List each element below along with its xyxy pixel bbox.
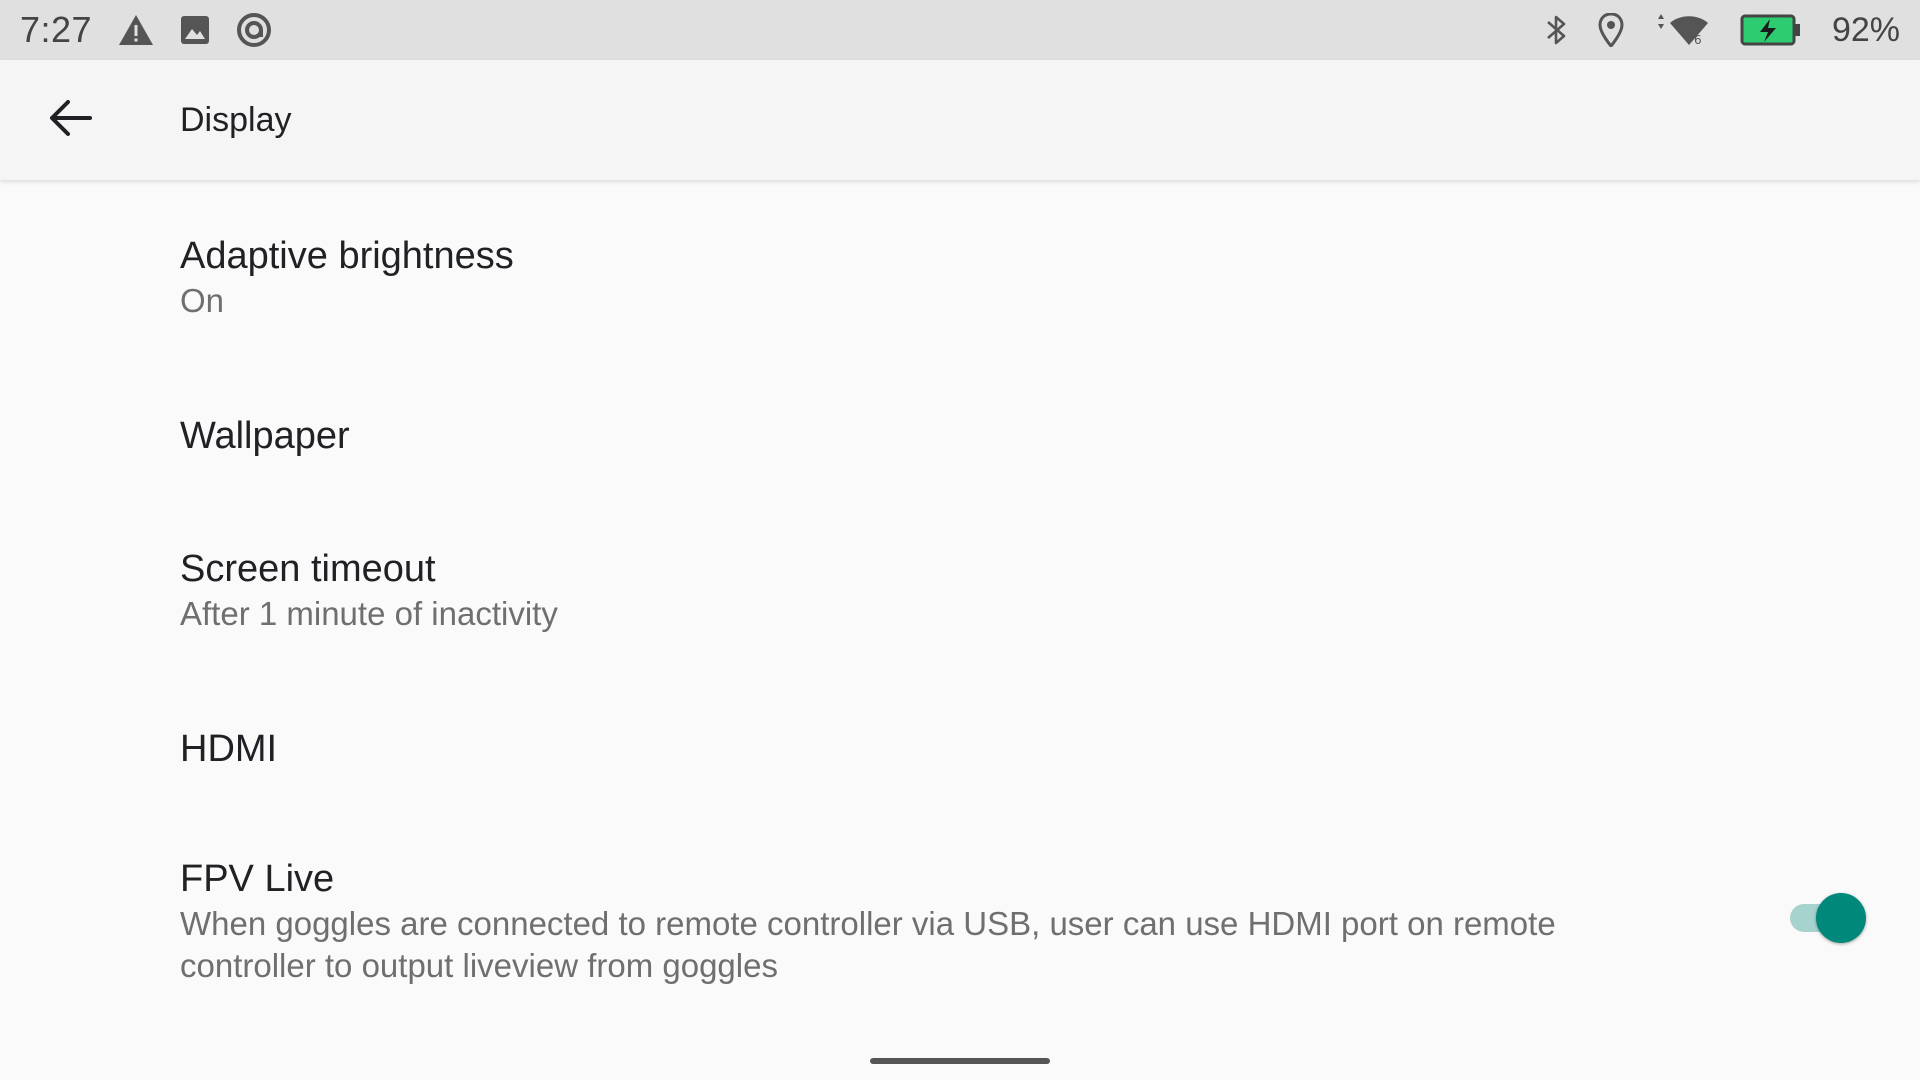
status-left: 7:27: [20, 9, 272, 51]
fpv-live-toggle[interactable]: [1786, 891, 1870, 945]
setting-summary: After 1 minute of inactivity: [180, 595, 558, 632]
status-right: 6 92%: [1544, 11, 1900, 50]
battery-percent: 92%: [1831, 10, 1900, 49]
setting-adaptive-brightness[interactable]: Adaptive brightness On: [0, 182, 1920, 362]
app-bar: Display: [0, 60, 1920, 180]
location-icon: [1598, 13, 1624, 47]
setting-title: FPV Live: [180, 858, 335, 900]
warning-icon: [118, 14, 154, 46]
gesture-nav-handle[interactable]: [870, 1058, 1050, 1064]
status-time: 7:27: [20, 9, 93, 50]
toggle-thumb: [1816, 893, 1866, 943]
status-bar: 7:27 6 92%: [0, 0, 1920, 60]
battery-charging-icon: [1740, 14, 1802, 46]
bluetooth-icon: [1544, 12, 1568, 48]
setting-title: Wallpaper: [180, 415, 350, 457]
wifi-icon: 6: [1654, 13, 1710, 47]
setting-title: HDMI: [180, 728, 278, 770]
arrow-back-icon: [46, 98, 94, 143]
setting-wallpaper[interactable]: Wallpaper: [0, 362, 1920, 497]
setting-screen-timeout[interactable]: Screen timeout After 1 minute of inactiv…: [0, 497, 1920, 677]
back-button[interactable]: [36, 88, 104, 152]
page-title: Display: [180, 100, 292, 139]
settings-list: Adaptive brightness On Wallpaper Screen …: [0, 182, 1920, 1001]
setting-title: Screen timeout: [180, 548, 436, 590]
image-icon: [180, 15, 210, 45]
data-saver-icon: [236, 12, 272, 48]
setting-fpv-live[interactable]: FPV Live When goggles are connected to r…: [0, 811, 1920, 1001]
svg-text:6: 6: [1694, 33, 1702, 47]
setting-hdmi[interactable]: HDMI: [0, 677, 1920, 811]
setting-summary: On: [180, 282, 225, 319]
setting-title: Adaptive brightness: [180, 235, 514, 277]
setting-summary: When goggles are connected to remote con…: [180, 905, 1556, 984]
